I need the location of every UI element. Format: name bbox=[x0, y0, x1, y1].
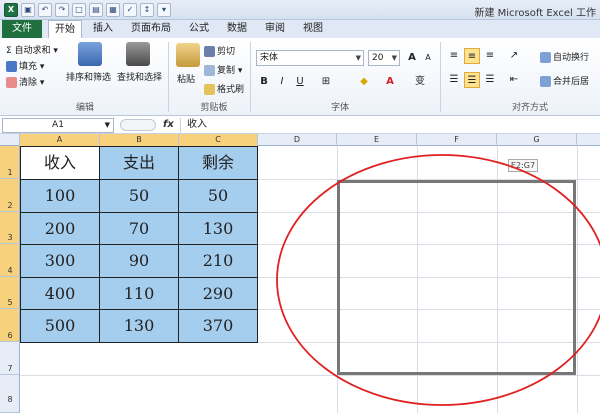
annotation-ellipse-shape bbox=[276, 154, 600, 406]
red-annotation-ellipse bbox=[276, 154, 600, 406]
